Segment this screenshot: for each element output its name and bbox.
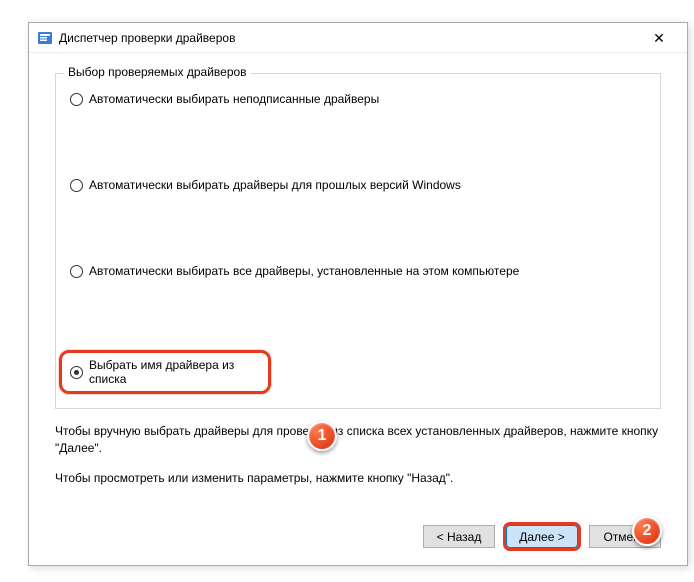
driver-selection-group: Выбор проверяемых драйверов Автоматическ… bbox=[55, 73, 661, 409]
radio-label: Автоматически выбирать все драйверы, уст… bbox=[89, 264, 519, 278]
radio-label: Автоматически выбирать неподписанные дра… bbox=[89, 92, 379, 106]
app-icon bbox=[37, 30, 53, 46]
group-legend: Выбор проверяемых драйверов bbox=[64, 65, 251, 79]
radio-old-windows-drivers[interactable]: Автоматически выбирать драйверы для прош… bbox=[70, 178, 646, 192]
radio-icon bbox=[70, 93, 83, 106]
close-button[interactable]: ✕ bbox=[639, 24, 679, 52]
radio-icon bbox=[70, 366, 83, 379]
annotation-badge-1: 1 bbox=[307, 421, 337, 451]
help-text: Чтобы вручную выбрать драйверы для прове… bbox=[55, 423, 661, 487]
close-icon: ✕ bbox=[653, 31, 665, 45]
help-line-1: Чтобы вручную выбрать драйверы для прове… bbox=[55, 423, 661, 458]
client-area: Выбор проверяемых драйверов Автоматическ… bbox=[29, 53, 687, 565]
window-title: Диспетчер проверки драйверов bbox=[59, 31, 235, 45]
back-button[interactable]: < Назад bbox=[423, 525, 495, 548]
next-button[interactable]: Далее > bbox=[503, 522, 581, 551]
title-left: Диспетчер проверки драйверов bbox=[37, 30, 235, 46]
help-line-2: Чтобы просмотреть или изменить параметры… bbox=[55, 470, 661, 487]
radio-icon bbox=[70, 265, 83, 278]
radio-all-installed-drivers[interactable]: Автоматически выбирать все драйверы, уст… bbox=[70, 264, 646, 278]
dialog-window: Диспетчер проверки драйверов ✕ Выбор про… bbox=[28, 22, 688, 566]
annotation-badge-2: 2 bbox=[632, 516, 662, 546]
titlebar: Диспетчер проверки драйверов ✕ bbox=[29, 23, 687, 53]
radio-select-from-list[interactable]: Выбрать имя драйвера из списка bbox=[59, 350, 271, 394]
radio-icon bbox=[70, 179, 83, 192]
radio-label: Автоматически выбирать драйверы для прош… bbox=[89, 178, 461, 192]
radio-unsigned-drivers[interactable]: Автоматически выбирать неподписанные дра… bbox=[70, 92, 646, 106]
radio-label: Выбрать имя драйвера из списка bbox=[89, 358, 260, 386]
button-row: < Назад Далее > Отмена bbox=[423, 522, 661, 551]
